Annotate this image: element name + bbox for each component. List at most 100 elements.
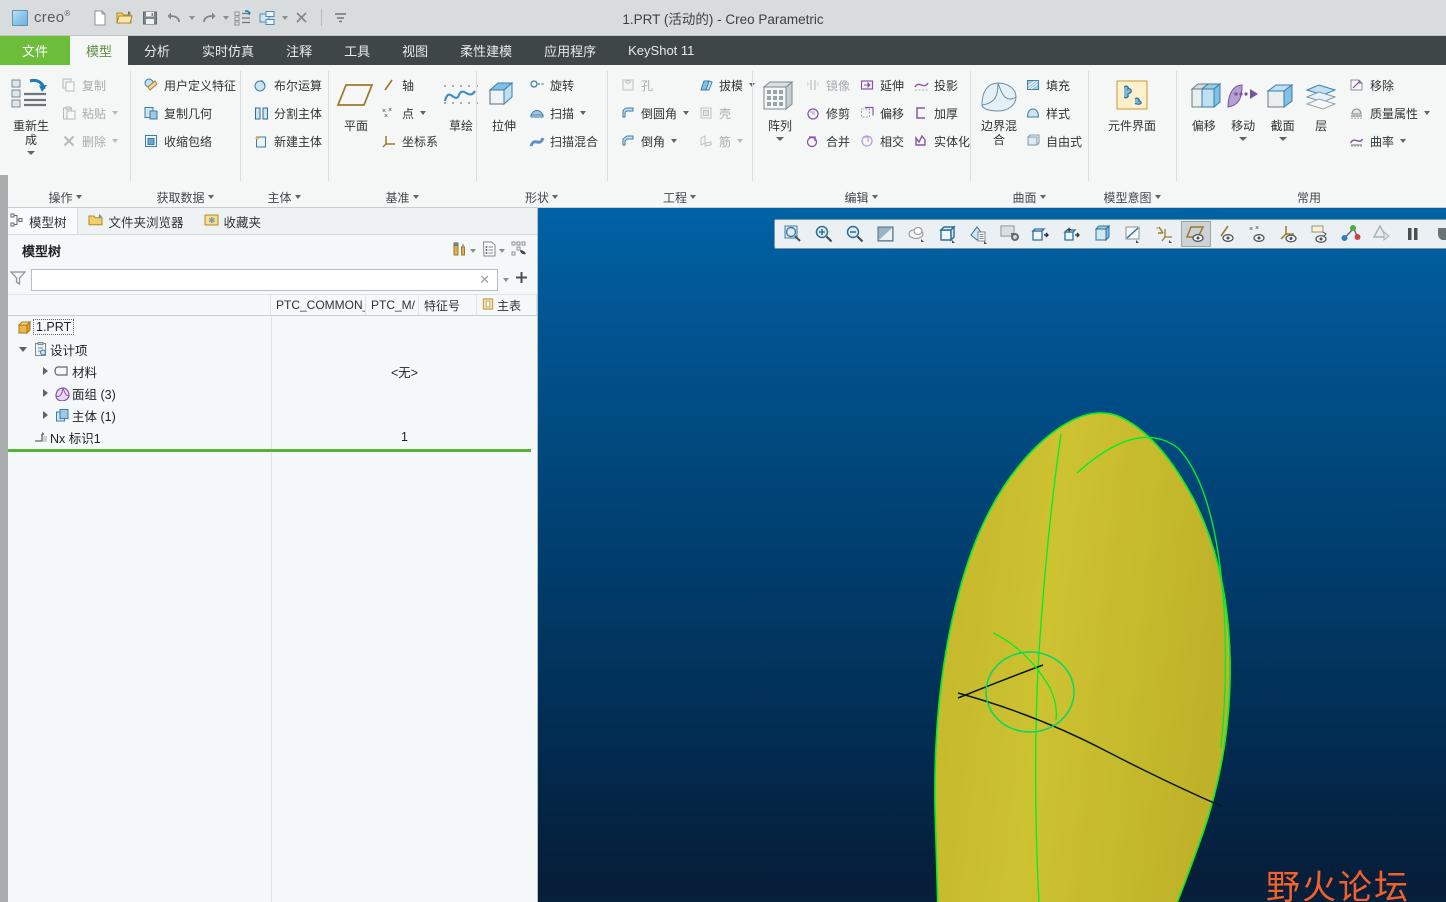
surfaces-group-caret-icon[interactable] — [1039, 195, 1046, 199]
solidify-button[interactable]: 实体化 — [908, 127, 974, 155]
settings-tools-caret-icon[interactable] — [470, 248, 476, 253]
extend-button[interactable]: 延伸 — [854, 71, 908, 99]
new-file-icon[interactable] — [89, 7, 111, 29]
tab-flexible-modeling[interactable]: 柔性建模 — [444, 36, 528, 65]
boolean-button[interactable]: 布尔运算 — [248, 71, 326, 99]
paste-caret-icon[interactable] — [112, 111, 118, 115]
bodies-group-title[interactable]: 主体 — [244, 187, 324, 207]
chamfer-button[interactable]: 倒角 — [615, 127, 693, 155]
pattern-button[interactable]: 阵列 — [760, 70, 800, 141]
clear-filter-icon[interactable]: ✕ — [476, 272, 493, 288]
redo-icon[interactable] — [198, 7, 220, 29]
get-data-group-title[interactable]: 获取数据 — [134, 187, 236, 207]
nav-tab-favorites[interactable]: ✻ 收藏夹 — [194, 208, 272, 234]
datum-point-button[interactable]: × × × 点 — [376, 99, 442, 127]
section-caret-icon[interactable] — [1278, 137, 1287, 141]
operations-group-caret-icon[interactable] — [75, 195, 82, 199]
style-button[interactable]: 样式 — [1020, 99, 1086, 127]
delete-button[interactable]: 删除 — [56, 127, 122, 155]
mirror-button[interactable]: 镜像 — [800, 71, 854, 99]
appearance-gallery-icon[interactable] — [995, 221, 1025, 247]
copy-geometry-button[interactable]: 复制几何 — [138, 99, 240, 127]
spin-center-toggle-icon[interactable] — [1336, 221, 1366, 247]
bodies-group-caret-icon[interactable] — [294, 195, 301, 199]
undo-icon[interactable] — [164, 7, 186, 29]
open-file-icon[interactable] — [114, 7, 136, 29]
add-filter-icon[interactable] — [514, 270, 529, 290]
spin-center-icon[interactable] — [902, 221, 932, 247]
tab-keyshot[interactable]: KeyShot 11 — [612, 36, 710, 65]
redo-dropdown-caret-icon[interactable] — [222, 15, 229, 20]
datum-display-filters-icon[interactable]: × — [1150, 221, 1180, 247]
datum-plane-button[interactable]: 平面 — [336, 70, 376, 133]
save-icon[interactable] — [139, 7, 161, 29]
editing-group-title[interactable]: 编辑 — [756, 187, 966, 207]
expand-toggle[interactable] — [38, 367, 52, 375]
sketch-button[interactable]: 草绘 — [442, 70, 480, 133]
repaint-icon[interactable] — [871, 221, 901, 247]
sweep-caret-icon[interactable] — [580, 111, 587, 115]
stop-icon[interactable] — [1429, 221, 1446, 247]
engineering-group-title[interactable]: 工程 — [611, 187, 748, 207]
shapes-group-title[interactable]: 形状 — [480, 187, 603, 207]
tab-applications[interactable]: 应用程序 — [528, 36, 612, 65]
delete-caret-icon[interactable] — [112, 139, 118, 143]
plane-display-icon[interactable] — [1181, 221, 1211, 247]
mass-properties-button[interactable]: 质量属性 — [1344, 99, 1434, 127]
customize-icon[interactable] — [330, 7, 352, 29]
chamfer-caret-icon[interactable] — [671, 139, 678, 143]
orientation-icon[interactable] — [1367, 221, 1397, 247]
copy-button[interactable]: 复制 — [56, 71, 122, 99]
tab-model[interactable]: 模型 — [70, 36, 129, 65]
round-caret-icon[interactable] — [683, 111, 690, 115]
offset-button[interactable]: 偏移 — [854, 99, 908, 127]
get-data-group-caret-icon[interactable] — [207, 195, 214, 199]
perspective-view-icon[interactable] — [1026, 221, 1056, 247]
named-view-icon[interactable] — [1057, 221, 1087, 247]
tree-column-feature-no[interactable]: 特征号 — [419, 295, 477, 315]
tree-filter-input[interactable] — [36, 272, 477, 288]
csys-display-icon[interactable] — [1274, 221, 1304, 247]
filter-dropdown-caret-icon[interactable] — [503, 278, 509, 282]
project-button[interactable]: 投影 — [908, 71, 974, 99]
move-caret-icon[interactable] — [1239, 137, 1248, 141]
editing-group-caret-icon[interactable] — [871, 195, 878, 199]
layer-button[interactable]: 层 — [1302, 70, 1340, 133]
tree-column-main-table[interactable]: 主表 — [477, 295, 537, 315]
rib-caret-icon[interactable] — [737, 139, 744, 143]
display-list-caret-icon[interactable] — [499, 248, 505, 253]
move-button[interactable]: 移动 — [1223, 70, 1262, 141]
refit-icon[interactable] — [778, 221, 808, 247]
hole-button[interactable]: 孔 — [615, 71, 693, 99]
surfaces-group-title[interactable]: 曲面 — [974, 187, 1084, 207]
new-body-button[interactable]: 新建主体 — [248, 127, 326, 155]
table-row[interactable]: Nx 标识1 1 — [0, 426, 537, 448]
udf-button[interactable]: 用户定义特征 — [138, 71, 240, 99]
tree-column-ptc-ma[interactable]: PTC_M/ — [366, 295, 419, 315]
tree-filters-button[interactable] — [511, 241, 529, 260]
datum-group-caret-icon[interactable] — [412, 195, 419, 199]
trim-button[interactable]: 修剪 — [800, 99, 854, 127]
remove-button[interactable]: 移除 — [1344, 71, 1434, 99]
table-row[interactable]: 1.PRT — [0, 316, 537, 338]
plane-display-shade-icon[interactable] — [1119, 221, 1149, 247]
offset-solid-button[interactable]: 偏移 — [1184, 70, 1223, 133]
tab-tools[interactable]: 工具 — [328, 36, 386, 65]
datum-point-caret-icon[interactable] — [420, 111, 427, 115]
settings-tools-button[interactable] — [452, 241, 476, 260]
model-intent-group-caret-icon[interactable] — [1154, 195, 1161, 199]
tree-column-ptc-common[interactable]: PTC_COMMON_ — [271, 295, 366, 315]
point-display-icon[interactable]: × × — [1243, 221, 1273, 247]
section-button[interactable]: 截面 — [1263, 70, 1302, 141]
regenerate-icon[interactable] — [232, 7, 254, 29]
zoom-out-icon[interactable] — [840, 221, 870, 247]
nav-tab-model-tree[interactable]: 模型树 — [0, 208, 78, 234]
tab-annotate[interactable]: 注释 — [270, 36, 328, 65]
extrude-button[interactable]: 拉伸 — [484, 70, 524, 133]
pattern-caret-icon[interactable] — [776, 137, 784, 141]
tree-filter-input-wrap[interactable]: ✕ — [31, 269, 498, 291]
table-row[interactable]: 主体 (1) — [0, 404, 537, 426]
intersect-button[interactable]: 相交 — [854, 127, 908, 155]
axis-display-icon[interactable] — [1212, 221, 1242, 247]
undo-dropdown-caret-icon[interactable] — [188, 15, 195, 20]
